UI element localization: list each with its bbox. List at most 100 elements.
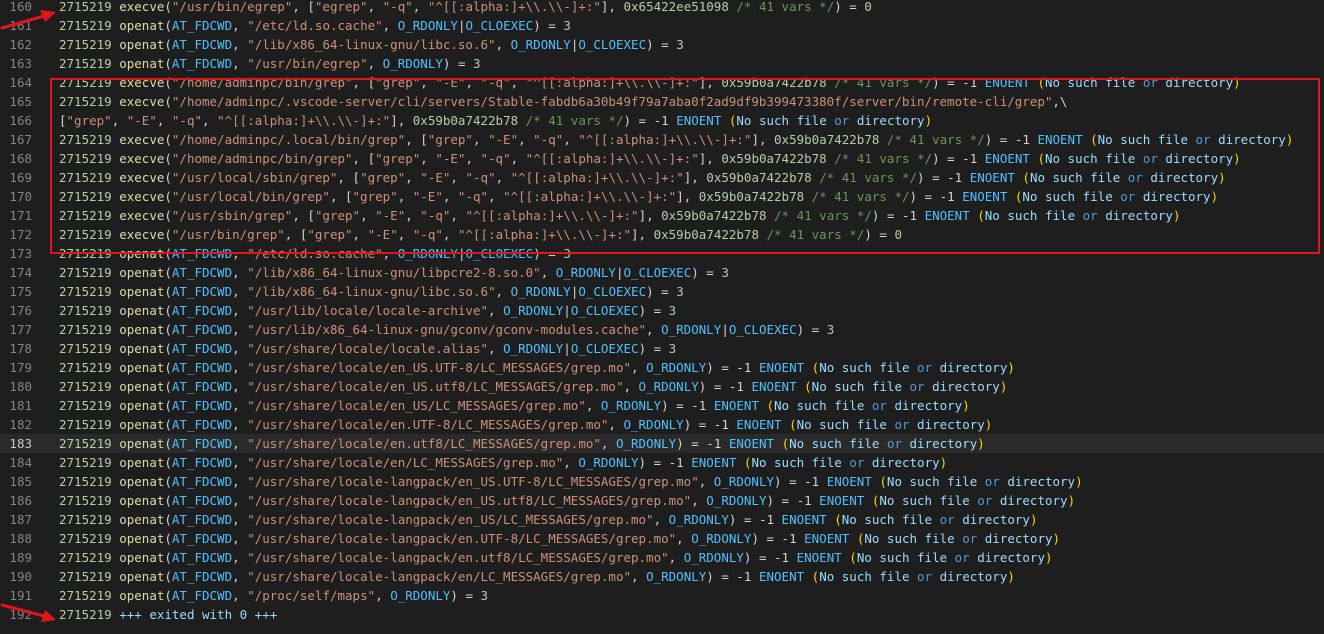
- token-punc: ,: [646, 322, 662, 337]
- token-plain: No such file: [1029, 170, 1128, 185]
- token-pid: 2715219: [59, 493, 120, 508]
- code-line[interactable]: 182 2715219 openat(AT_FDCWD, "/usr/share/…: [0, 415, 1324, 434]
- code-line[interactable]: 161 2715219 openat(AT_FDCWD, "/etc/ld.so.…: [0, 16, 1324, 35]
- code-line[interactable]: 171 2715219 execve("/usr/sbin/grep", ["gr…: [0, 206, 1324, 225]
- token-fn: execve: [119, 0, 165, 14]
- token-cmt: /* 41 vars */: [819, 170, 918, 185]
- token-punc: ],: [751, 132, 775, 147]
- token-fn: execve: [119, 170, 165, 185]
- code-editor[interactable]: 160 2715219 execve("/usr/bin/egrep", ["eg…: [0, 0, 1324, 624]
- token-pid: 2715219: [59, 531, 120, 546]
- token-punc: ) =: [533, 18, 564, 33]
- code-line[interactable]: 167 2715219 execve("/home/adminpc/.local/…: [0, 130, 1324, 149]
- token-punc: , [: [337, 170, 361, 185]
- token-punc: , [: [405, 132, 428, 147]
- token-const: O_RDONLY: [638, 379, 699, 394]
- token-kw: or: [1082, 208, 1098, 223]
- code-line[interactable]: 165 2715219 execve("/home/adminpc/.vscode…: [0, 92, 1324, 111]
- code-line[interactable]: 191 2715219 openat(AT_FDCWD, "/proc/self/…: [0, 586, 1324, 605]
- code-line[interactable]: 160 2715219 execve("/usr/bin/egrep", ["eg…: [0, 0, 1324, 16]
- token-punc: ,: [232, 360, 248, 375]
- token-pid: 2715219: [59, 455, 120, 470]
- token-punc: ],: [631, 227, 654, 242]
- token-plain: No such file: [789, 436, 887, 451]
- token-str: "/etc/ld.so.cache": [247, 18, 383, 33]
- code-text: 2715219 openat(AT_FDCWD, "/lib/x86_64-li…: [59, 263, 729, 282]
- token-num: 0: [894, 227, 902, 242]
- code-line[interactable]: 180 2715219 openat(AT_FDCWD, "/usr/share/…: [0, 377, 1324, 396]
- line-number: 177: [9, 322, 32, 337]
- code-line[interactable]: 168 2715219 execve("/home/adminpc/bin/gre…: [0, 149, 1324, 168]
- token-const: AT_FDCWD: [171, 246, 233, 261]
- token-punc: ) = -1: [766, 493, 820, 508]
- token-punc: ],: [698, 75, 722, 90]
- token-str: "^[[:alpha:]+\\.\\-]+:": [503, 189, 677, 204]
- token-punc: ) =: [834, 0, 865, 14]
- token-punc: ) = -1: [751, 531, 805, 546]
- code-line[interactable]: 164 2715219 execve("/home/adminpc/bin/gre…: [0, 73, 1324, 92]
- token-punc: ,: [442, 227, 458, 242]
- code-line[interactable]: 177 2715219 openat(AT_FDCWD, "/usr/lib/x8…: [0, 320, 1324, 339]
- code-line[interactable]: 173 2715219 openat(AT_FDCWD, "/etc/ld.so.…: [0, 244, 1324, 263]
- token-str: "grep": [314, 208, 361, 223]
- code-line[interactable]: 175 2715219 openat(AT_FDCWD, "/lib/x86_64…: [0, 282, 1324, 301]
- code-line[interactable]: 170 2715219 execve("/usr/local/bin/grep",…: [0, 187, 1324, 206]
- token-punc: ) = -1: [728, 512, 782, 527]
- token-str: "/usr/share/locale/en_US/LC_MESSAGES/gre…: [247, 398, 586, 413]
- code-line[interactable]: 181 2715219 openat(AT_FDCWD, "/usr/share/…: [0, 396, 1324, 415]
- code-line[interactable]: 176 2715219 openat(AT_FDCWD, "/usr/lib/lo…: [0, 301, 1324, 320]
- token-punc: , [: [284, 227, 308, 242]
- token-paren: ): [939, 455, 948, 470]
- token-punc: [721, 113, 729, 128]
- token-str: "/lib/x86_64-linux-gnu/libpcre2-8.so.0": [247, 265, 541, 280]
- token-punc: ,: [232, 531, 248, 546]
- token-str: "-q": [412, 227, 443, 242]
- code-line[interactable]: 166 ["grep", "-E", "-q", "^[[:alpha:]+\\.…: [0, 111, 1324, 130]
- token-punc: ,: [232, 588, 248, 603]
- token-plain: No such file: [751, 455, 850, 470]
- token-punc: (: [164, 37, 172, 52]
- token-punc: (: [164, 455, 172, 470]
- token-punc: ,: [352, 227, 368, 242]
- token-const: AT_FDCWD: [171, 284, 233, 299]
- token-punc: ,: [698, 474, 714, 489]
- code-line[interactable]: 162 2715219 openat(AT_FDCWD, "/lib/x86_64…: [0, 35, 1324, 54]
- code-line[interactable]: 187 2715219 openat(AT_FDCWD, "/usr/share/…: [0, 510, 1324, 529]
- token-num: 0x59b0a7422b78: [706, 170, 812, 185]
- token-const: O_RDONLY: [668, 512, 729, 527]
- code-line[interactable]: 185 2715219 openat(AT_FDCWD, "/usr/share/…: [0, 472, 1324, 491]
- token-plain: directory: [932, 360, 1008, 375]
- code-line[interactable]: 178 2715219 openat(AT_FDCWD, "/usr/share/…: [0, 339, 1324, 358]
- token-punc: [879, 132, 887, 147]
- token-punc: ,: [510, 75, 526, 90]
- token-num: 3: [668, 341, 677, 356]
- token-kw: or: [1142, 151, 1158, 166]
- token-str: "/lib/x86_64-linux-gnu/libc.so.6": [247, 37, 496, 52]
- token-pid: 2715219: [59, 303, 120, 318]
- code-line[interactable]: 189 2715219 openat(AT_FDCWD, "/usr/share/…: [0, 548, 1324, 567]
- code-line[interactable]: 172 2715219 execve("/usr/bin/grep", ["gre…: [0, 225, 1324, 244]
- code-line[interactable]: 183 2715219 openat(AT_FDCWD, "/usr/share/…: [0, 434, 1324, 453]
- token-punc: ,: [563, 132, 579, 147]
- code-line[interactable]: 184 2715219 openat(AT_FDCWD, "/usr/share/…: [0, 453, 1324, 472]
- code-line[interactable]: 190 2715219 openat(AT_FDCWD, "/usr/share/…: [0, 567, 1324, 586]
- code-line[interactable]: 169 2715219 execve("/usr/local/sbin/grep"…: [0, 168, 1324, 187]
- token-const: O_CLOEXEC: [623, 265, 692, 280]
- code-line[interactable]: 179 2715219 openat(AT_FDCWD, "/usr/share/…: [0, 358, 1324, 377]
- line-number: 167: [9, 132, 32, 147]
- code-line[interactable]: 174 2715219 openat(AT_FDCWD, "/lib/x86_64…: [0, 263, 1324, 282]
- code-line[interactable]: 188 2715219 openat(AT_FDCWD, "/usr/share/…: [0, 529, 1324, 548]
- token-const: ENOENT: [984, 75, 1030, 90]
- token-const: ENOENT: [819, 493, 865, 508]
- token-paren: ): [1075, 474, 1083, 489]
- token-pid: 2715219: [59, 550, 120, 565]
- token-cmt: /* 41 vars */: [766, 227, 865, 242]
- token-punc: ) =: [442, 56, 473, 71]
- code-line[interactable]: 192 2715219 +++ exited with 0 +++: [0, 605, 1324, 624]
- token-plain: directory: [977, 531, 1053, 546]
- token-kw: or: [939, 512, 955, 527]
- token-const: AT_FDCWD: [171, 569, 233, 584]
- code-line[interactable]: 163 2715219 openat(AT_FDCWD, "/usr/bin/eg…: [0, 54, 1324, 73]
- token-punc: (: [164, 18, 172, 33]
- code-line[interactable]: 186 2715219 openat(AT_FDCWD, "/usr/share/…: [0, 491, 1324, 510]
